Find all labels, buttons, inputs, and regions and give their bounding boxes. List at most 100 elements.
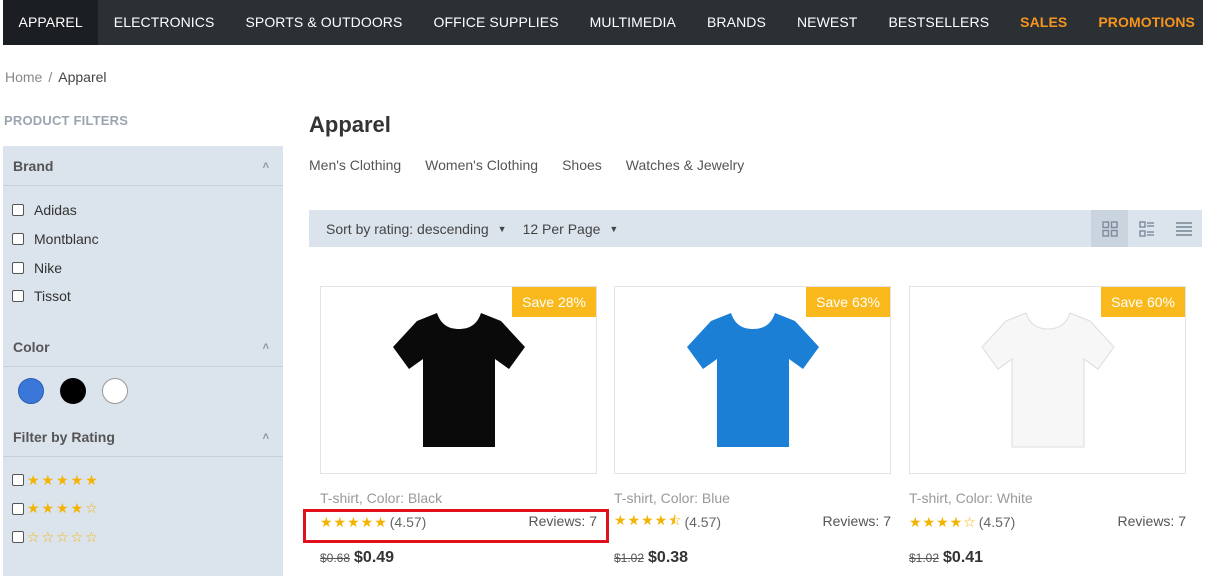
color-filter-heading: Color xyxy=(13,338,50,355)
rating-option-5[interactable]: ★★★★★ xyxy=(12,466,274,495)
star-rating-icon: ★★★★★ xyxy=(27,471,100,488)
tshirt-image-white xyxy=(980,312,1115,448)
brand-option-label: Nike xyxy=(34,259,63,276)
view-mode-buttons xyxy=(1091,210,1202,247)
star-rating-icon: ★★★★☆ xyxy=(27,500,100,517)
per-page-dropdown-label: 12 Per Page xyxy=(522,220,601,237)
nav-item-newest[interactable]: NEWEST xyxy=(781,0,873,45)
current-price: $0.41 xyxy=(943,549,984,566)
nav-item-bestsellers[interactable]: BESTSELLERS xyxy=(873,0,1005,45)
main-nav: APPAREL ELECTRONICS SPORTS & OUTDOORS OF… xyxy=(3,0,1203,45)
subcategory-shoes[interactable]: Shoes xyxy=(562,157,602,173)
brand-filter-heading: Brand xyxy=(13,158,54,174)
star-rating-icon: ★★★★☆ xyxy=(909,513,977,530)
old-price: $0.68 xyxy=(320,551,351,565)
brand-filter-header[interactable]: Brand ˄ xyxy=(3,146,283,186)
caret-down-icon: ▼ xyxy=(609,223,619,234)
brand-option-label: Adidas xyxy=(34,202,77,219)
list-view-button[interactable] xyxy=(1165,210,1202,247)
star-rating-icon: ★★★★⯪ xyxy=(614,512,683,528)
chevron-up-icon[interactable]: ˄ xyxy=(263,327,269,367)
product-rating: ★★★★☆ (4.57) Reviews: 7 xyxy=(909,513,1186,531)
review-count[interactable]: Reviews: 7 xyxy=(823,513,891,529)
old-price: $1.02 xyxy=(909,551,940,565)
rating-value: (4.57) xyxy=(978,514,1016,530)
checkbox[interactable] xyxy=(12,502,24,515)
checkbox[interactable] xyxy=(12,261,24,274)
product-image[interactable]: Save 60% xyxy=(909,286,1186,474)
nav-item-sports-outdoors[interactable]: SPORTS & OUTDOORS xyxy=(230,0,418,45)
product-toolbar: Sort by rating: descending ▼ 12 Per Page ▼ xyxy=(309,210,1202,247)
brand-option-adidas[interactable]: Adidas xyxy=(12,196,274,225)
rating-filter-header[interactable]: Filter by Rating ˄ xyxy=(3,417,283,457)
product-card[interactable]: Save 63% T-shirt, Color: Blue ★★★★⯪ (4.5… xyxy=(614,286,891,567)
chevron-up-icon[interactable]: ˄ xyxy=(263,146,269,186)
filters-sidebar: Brand ˄ Adidas Montblanc Nike Tissot Col… xyxy=(3,146,283,576)
color-swatch-white[interactable] xyxy=(102,377,128,404)
checkbox[interactable] xyxy=(12,290,24,303)
star-rating-icon: ☆☆☆☆☆ xyxy=(27,528,100,545)
product-rating: ★★★★⯪ (4.57) Reviews: 7 xyxy=(614,512,891,531)
grid-view-button[interactable] xyxy=(1091,210,1128,247)
brand-option-label: Tissot xyxy=(34,288,71,305)
old-price: $1.02 xyxy=(614,551,645,565)
caret-down-icon: ▼ xyxy=(497,223,507,234)
sort-dropdown-label: Sort by rating: descending xyxy=(326,220,489,237)
breadcrumb-separator: / xyxy=(48,69,53,85)
list-view-icon xyxy=(1175,221,1192,236)
rating-filter-options: ★★★★★ ★★★★☆ ☆☆☆☆☆ xyxy=(3,457,283,562)
brand-option-nike[interactable]: Nike xyxy=(12,253,274,282)
product-price: $1.02 $0.41 xyxy=(909,549,1186,567)
per-page-dropdown[interactable]: 12 Per Page ▼ xyxy=(523,221,619,237)
color-swatch-black[interactable] xyxy=(60,377,86,404)
rating-option-0[interactable]: ☆☆☆☆☆ xyxy=(12,523,274,552)
page-title: Apparel xyxy=(309,112,391,137)
subcategory-mens-clothing[interactable]: Men's Clothing xyxy=(309,157,401,173)
current-price: $0.49 xyxy=(354,549,395,566)
rating-filter-heading: Filter by Rating xyxy=(13,428,115,445)
brand-filter-options: Adidas Montblanc Nike Tissot xyxy=(3,186,283,321)
product-image[interactable]: Save 63% xyxy=(614,286,891,474)
filters-title: PRODUCT FILTERS xyxy=(4,113,129,128)
list-grid-view-icon xyxy=(1138,220,1154,237)
color-filter-header[interactable]: Color ˄ xyxy=(3,327,283,367)
checkbox[interactable] xyxy=(12,233,24,246)
nav-item-promotions[interactable]: PROMOTIONS xyxy=(1083,0,1205,45)
checkbox[interactable] xyxy=(12,474,24,487)
subcategory-links: Men's Clothing Women's Clothing Shoes Wa… xyxy=(309,157,744,173)
tshirt-image-blue xyxy=(686,313,819,447)
subcategory-watches-jewelry[interactable]: Watches & Jewelry xyxy=(626,157,745,173)
nav-item-sales[interactable]: SALES xyxy=(1005,0,1083,45)
subcategory-womens-clothing[interactable]: Women's Clothing xyxy=(425,157,538,173)
checkbox[interactable] xyxy=(12,531,24,544)
nav-item-apparel[interactable]: APPAREL xyxy=(3,0,99,45)
product-name[interactable]: T-shirt, Color: White xyxy=(909,490,1186,506)
color-swatch-blue[interactable] xyxy=(18,377,44,404)
grid-view-icon xyxy=(1101,220,1118,237)
nav-item-multimedia[interactable]: MULTIMEDIA xyxy=(574,0,691,45)
brand-option-label: Montblanc xyxy=(34,231,99,248)
product-name[interactable]: T-shirt, Color: Black xyxy=(320,490,597,506)
breadcrumb-home[interactable]: Home xyxy=(5,69,42,85)
breadcrumb-current: Apparel xyxy=(58,69,107,85)
checkbox[interactable] xyxy=(12,204,24,217)
brand-option-tissot[interactable]: Tissot xyxy=(12,282,274,311)
product-name[interactable]: T-shirt, Color: Blue xyxy=(614,490,891,506)
tshirt-image-black xyxy=(392,313,525,447)
product-image[interactable]: Save 28% xyxy=(320,286,597,474)
review-count[interactable]: Reviews: 7 xyxy=(1118,513,1186,529)
chevron-up-icon[interactable]: ˄ xyxy=(263,417,269,457)
color-swatches xyxy=(3,367,283,417)
current-price: $0.38 xyxy=(648,549,689,566)
product-card[interactable]: Save 60% T-shirt, Color: White ★★★★☆ (4.… xyxy=(909,286,1186,567)
nav-item-office-supplies[interactable]: OFFICE SUPPLIES xyxy=(418,0,574,45)
breadcrumb: Home / Apparel xyxy=(5,69,107,85)
rating-option-4[interactable]: ★★★★☆ xyxy=(12,494,274,523)
nav-item-brands[interactable]: BRANDS xyxy=(691,0,781,45)
sort-dropdown[interactable]: Sort by rating: descending ▼ xyxy=(326,221,507,237)
nav-item-electronics[interactable]: ELECTRONICS xyxy=(98,0,230,45)
list-grid-view-button[interactable] xyxy=(1128,210,1165,247)
product-price: $0.68 $0.49 xyxy=(320,549,597,567)
brand-option-montblanc[interactable]: Montblanc xyxy=(12,225,274,254)
product-price: $1.02 $0.38 xyxy=(614,549,891,567)
